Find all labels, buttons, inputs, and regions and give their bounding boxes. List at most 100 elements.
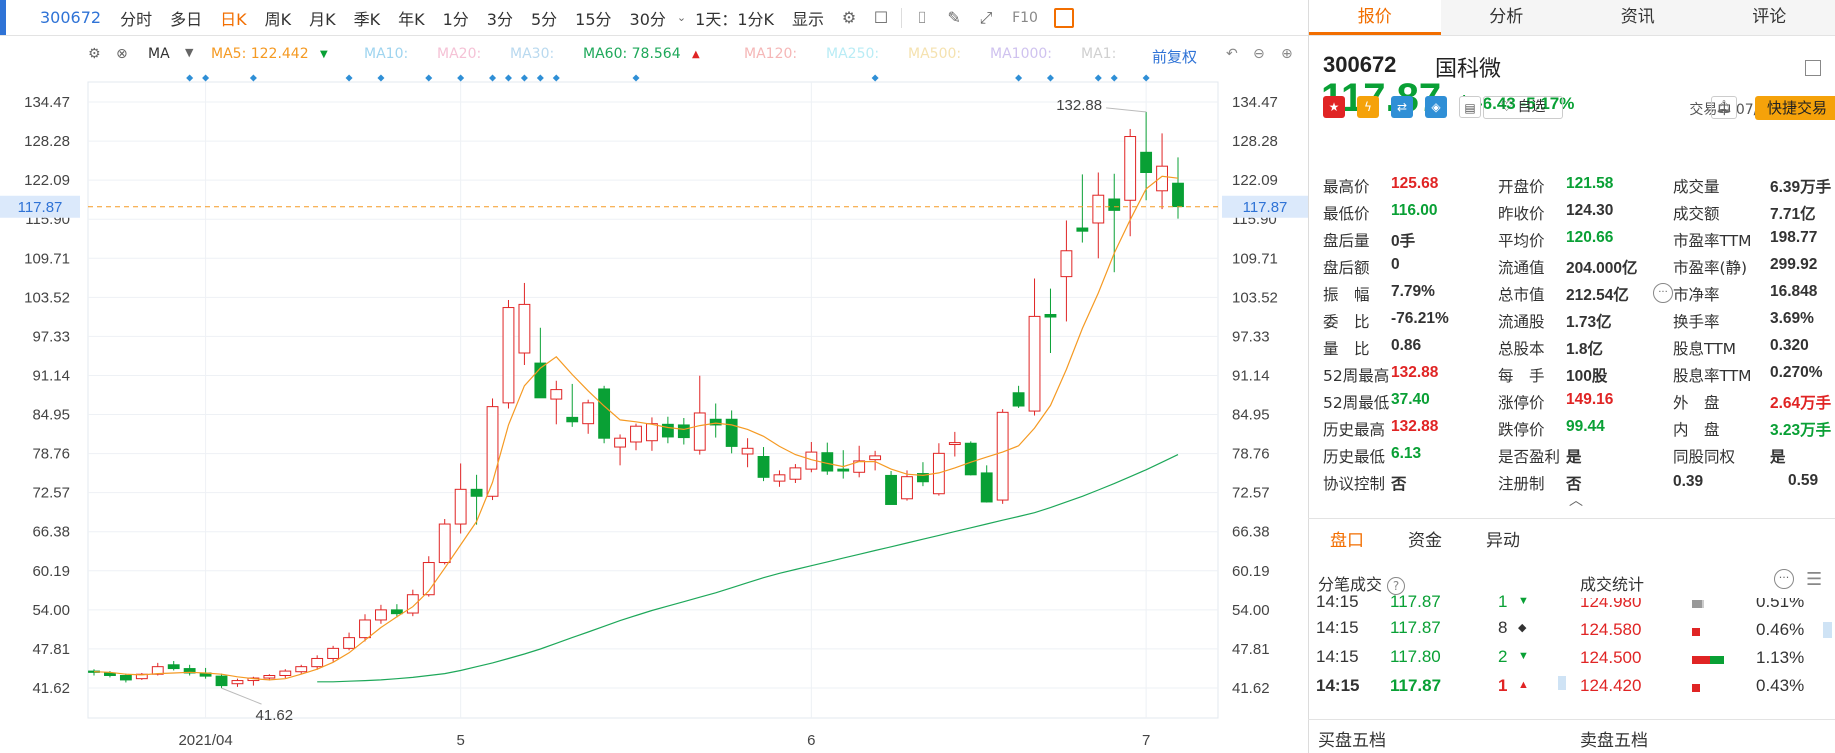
candle-body — [996, 411, 1009, 501]
tab-sell-five[interactable]: 卖盘五档 — [1580, 726, 1648, 751]
quote-label: 52周最低 — [1323, 394, 1390, 412]
tab-buy-five[interactable]: 买盘五档 — [1318, 726, 1386, 751]
tab-movements[interactable]: 异动 — [1464, 526, 1542, 551]
quote-item: 是否盈利是 — [1498, 445, 1670, 467]
y-tick-right: 91.14 — [1232, 367, 1270, 384]
camera-icon[interactable]: ⌷ — [912, 8, 932, 28]
event-marker — [425, 74, 433, 82]
panel-toggle-icon[interactable] — [1054, 7, 1075, 28]
settings-gear-icon[interactable]: ⚙ — [839, 8, 859, 28]
quote-label: 52周最高 — [1323, 367, 1390, 385]
tick-title-text: 分笔成交 — [1318, 575, 1383, 594]
layout-icon[interactable] — [1805, 60, 1821, 76]
quote-label: 最高价 — [1323, 178, 1370, 196]
tab-comments[interactable]: 评论 — [1704, 0, 1835, 35]
quote-label: 平均价 — [1498, 232, 1545, 250]
undo-icon[interactable]: ↶ — [1226, 46, 1238, 62]
more-icon[interactable]: ··· — [1774, 569, 1794, 589]
candlestick-chart[interactable]: 134.47 134.47128.28 128.28122.09 122.09115.… — [0, 70, 1308, 753]
tick-price: 117.80 — [1390, 647, 1441, 666]
quote-label: 盘后额 — [1323, 259, 1370, 277]
scroll-indicator-right[interactable] — [1823, 622, 1832, 638]
help-icon[interactable]: ? — [1387, 577, 1406, 595]
current-price-label-left: 117.87 — [18, 199, 63, 216]
quote-value: 0手 — [1391, 233, 1416, 250]
tab-yearly-k[interactable]: 年K — [389, 6, 434, 30]
tab-5min[interactable]: 5分 — [522, 6, 566, 30]
tab-1min[interactable]: 1分 — [434, 6, 478, 30]
adjust-mode-button[interactable]: 前复权 — [1152, 46, 1197, 67]
candle-body — [119, 675, 132, 681]
candle-body — [327, 647, 340, 659]
y-tick-left: 84.95 — [32, 407, 70, 424]
more-icon[interactable]: ··· — [1653, 283, 1673, 303]
notebook-icon[interactable]: ▤ — [1459, 96, 1481, 118]
candle-body — [1076, 227, 1089, 232]
zoom-in-icon[interactable]: ⊕ — [1281, 46, 1293, 62]
tab-weekly-k[interactable]: 周K — [256, 6, 301, 30]
current-price-label-right: 117.87 — [1243, 199, 1288, 216]
y-tick-right: 54.00 — [1232, 602, 1270, 619]
quote-label: 市盈率(静) — [1673, 259, 1748, 277]
ma10-label: MA10: — [364, 46, 409, 62]
add-watchlist-button[interactable]: ♡ 自选 — [1483, 96, 1563, 119]
candle-body — [885, 474, 897, 505]
tab-quarterly-k[interactable]: 季K — [345, 6, 390, 30]
ma-type-select[interactable]: MA — [148, 46, 170, 62]
tab-orderbook[interactable]: 盘口 — [1308, 526, 1386, 551]
china-flag-icon[interactable]: ★ — [1323, 96, 1345, 118]
zoom-out-icon[interactable]: ⊖ — [1253, 46, 1265, 62]
quote-label: 股息率TTM — [1673, 367, 1752, 385]
tab-intraday[interactable]: 分时 — [111, 6, 161, 30]
y-tick-left: 66.38 — [32, 524, 70, 541]
quote-value: 3.69% — [1770, 310, 1814, 327]
list-icon[interactable]: ☰ — [1806, 569, 1822, 590]
tab-analysis[interactable]: 分析 — [1441, 0, 1573, 35]
tab-30min[interactable]: 30分 — [621, 6, 675, 30]
quote-item: 同股同权 是 — [1673, 445, 1835, 467]
tab-15min[interactable]: 15分 — [566, 6, 620, 30]
ma5-label: MA5: 122.442 — [211, 46, 309, 62]
gear-icon[interactable]: ⚙ — [88, 46, 101, 62]
fullscreen-icon[interactable]: ⤢ — [976, 8, 996, 28]
event-marker — [1015, 74, 1023, 82]
chevron-down-icon[interactable]: ▼ — [185, 46, 193, 59]
tag-icon[interactable]: ◈ — [1425, 96, 1447, 118]
tab-daily-k[interactable]: 日K — [211, 6, 256, 30]
tab-monthly-k[interactable]: 月K — [300, 6, 345, 30]
tab-funds[interactable]: 资金 — [1386, 526, 1464, 551]
display-menu[interactable]: 显示 — [783, 6, 833, 30]
bell-icon[interactable]: 🔔︎ — [1711, 96, 1737, 119]
scroll-indicator[interactable] — [1558, 676, 1566, 690]
candle-body — [343, 637, 355, 649]
orderbook-tabs: 盘口 资金 异动 — [1308, 518, 1835, 558]
lightning-icon[interactable]: ϟ — [1357, 96, 1379, 118]
quote-item: 振 幅 7.79% — [1323, 283, 1495, 305]
quote-label: 成交额 — [1673, 205, 1720, 223]
f10-icon[interactable]: F10 — [1008, 8, 1042, 28]
quote-value: 1.73亿 — [1566, 314, 1612, 331]
toolbar-stock-code[interactable]: 300672 — [0, 8, 111, 27]
candle-body — [566, 416, 579, 423]
tab-quote[interactable]: 报价 — [1309, 0, 1441, 35]
chevron-down-icon[interactable]: ⌄ — [677, 11, 686, 24]
toolbar-divider — [901, 7, 903, 28]
plot-frame — [87, 81, 1219, 719]
tab-3min[interactable]: 3分 — [478, 6, 522, 30]
pencil-icon[interactable]: ✎ — [944, 8, 964, 28]
quote-value: 37.40 — [1391, 391, 1430, 408]
checkbox-icon[interactable]: ☐ — [871, 8, 891, 28]
quick-trade-button[interactable]: 快捷交易 — [1755, 96, 1835, 120]
ma5-arrow-icon: ▼ — [320, 49, 328, 60]
candle-body — [1156, 165, 1168, 192]
quote-label: 市净率 — [1673, 286, 1720, 304]
quote-label: 协议控制 — [1323, 475, 1386, 493]
period-select[interactable]: 1天：1分K — [686, 6, 783, 30]
shuffle-icon[interactable]: ⇄ — [1391, 96, 1413, 118]
y-tick-right: 128.28 — [1232, 133, 1278, 150]
collapse-chevron-icon[interactable]: ︿ — [1569, 490, 1583, 510]
tick-time: 14:15 — [1316, 676, 1360, 695]
tab-news[interactable]: 资讯 — [1572, 0, 1704, 35]
tab-multiday[interactable]: 多日 — [161, 6, 211, 30]
close-icon[interactable]: ⊗ — [116, 46, 128, 62]
